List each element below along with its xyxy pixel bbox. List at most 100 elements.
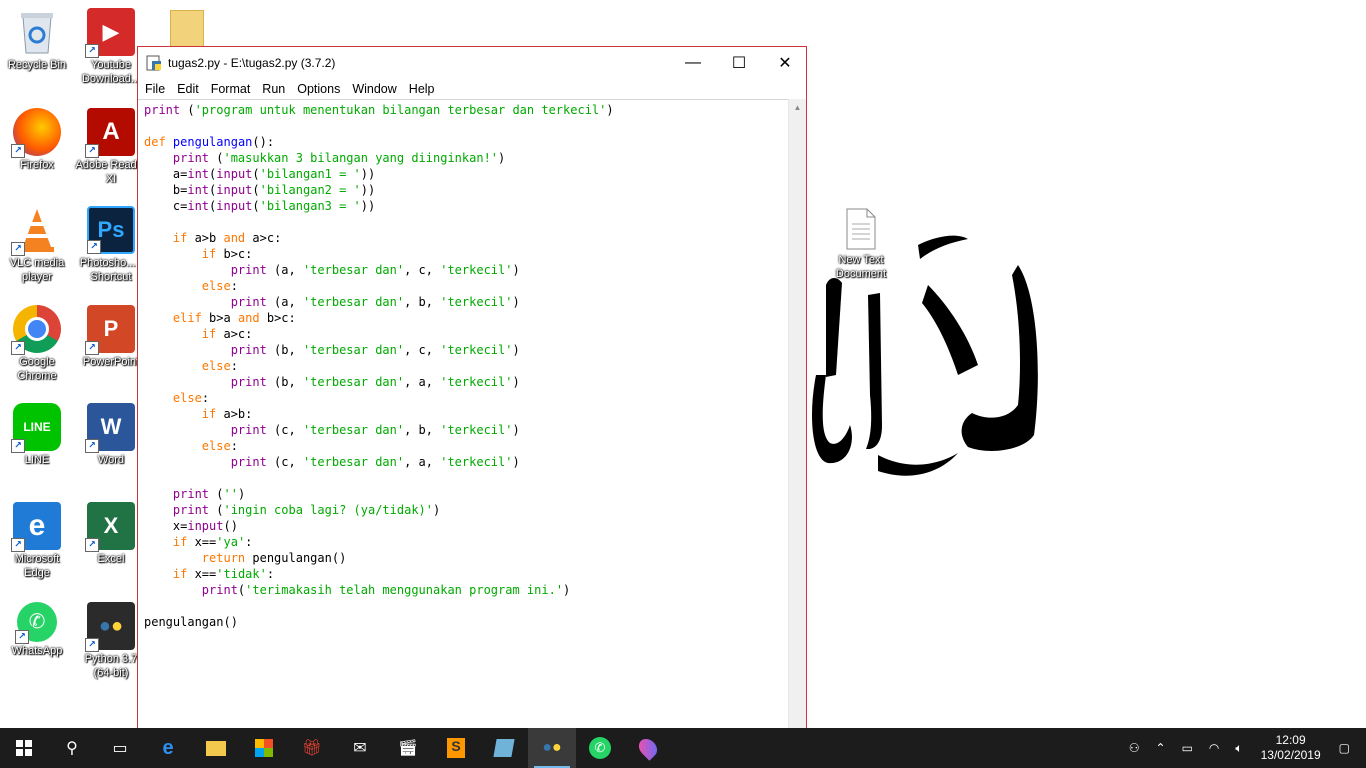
code-line[interactable]: print ('')	[144, 487, 245, 501]
code-line[interactable]: print (a, 'terbesar dan', c, 'terkecil')	[144, 263, 520, 277]
python-file-icon	[146, 55, 161, 71]
code-line[interactable]: else:	[144, 279, 238, 293]
code-line[interactable]: else:	[144, 359, 238, 373]
menu-options[interactable]: Options	[297, 82, 340, 96]
taskbar-file-explorer[interactable]	[192, 728, 240, 768]
desktop-icon-label: Firefox	[20, 159, 54, 171]
wifi-icon[interactable]: ◠	[1209, 741, 1219, 755]
search-button[interactable]: ⚲	[48, 728, 96, 768]
code-line[interactable]: a=int(input('bilangan1 = '))	[144, 167, 375, 181]
clock-date: 13/02/2019	[1260, 748, 1321, 762]
code-line[interactable]: return pengulangan()	[144, 551, 347, 565]
code-line[interactable]: print ('ingin coba lagi? (ya/tidak)')	[144, 503, 440, 517]
notes-icon	[493, 739, 515, 757]
code-line[interactable]: b=int(input('bilangan2 = '))	[144, 183, 375, 197]
code-line[interactable]: print (b, 'terbesar dan', c, 'terkecil')	[144, 343, 520, 357]
store-bag-icon	[255, 739, 273, 757]
taskbar-whatsapp[interactable]: ✆	[576, 728, 624, 768]
taskbar-gift-app[interactable]: 🎁︎	[288, 728, 336, 768]
taskbar-edge[interactable]: e	[144, 728, 192, 768]
code-line[interactable]: print('terimakasih telah menggunakan pro…	[144, 583, 570, 597]
desktop-icon-line[interactable]: LINE ↗ LINE	[1, 403, 73, 467]
shortcut-arrow-icon: ↗	[11, 439, 25, 453]
desktop-icon-label: Google Chrome	[17, 356, 57, 382]
battery-icon[interactable]: ▭	[1182, 741, 1193, 755]
code-line[interactable]: def pengulangan():	[144, 135, 274, 149]
desktop-icon-vlc[interactable]: ↗ VLC media player	[1, 206, 73, 284]
taskbar-maps[interactable]	[624, 728, 672, 768]
code-line[interactable]: print (c, 'terbesar dan', a, 'terkecil')	[144, 455, 520, 469]
taskbar-mail[interactable]: ✉	[336, 728, 384, 768]
taskbar: ⚲ ▭ e 🎁︎ ✉ 🎬︎ S ●● ✆ ⚇ ⌃ ▭ ◠ 🔈︎ 12:09 13…	[0, 728, 1366, 768]
shortcut-arrow-icon: ↗	[15, 630, 29, 644]
adobe-reader-icon: A ↗	[85, 108, 135, 158]
desktop-icon-label: WhatsApp	[11, 645, 63, 657]
shortcut-arrow-icon: ↗	[85, 638, 99, 652]
whatsapp-icon: ✆ ↗	[15, 602, 57, 644]
code-line[interactable]: print (a, 'terbesar dan', b, 'terkecil')	[144, 295, 520, 309]
code-line[interactable]: pengulangan()	[144, 615, 238, 629]
desktop-icon-whatsapp[interactable]: ✆ ↗ WhatsApp	[1, 602, 73, 658]
code-line[interactable]: x=input()	[144, 519, 238, 533]
code-line[interactable]: elif b>a and b>c:	[144, 311, 296, 325]
taskbar-sublime[interactable]: S	[432, 728, 480, 768]
people-icon[interactable]: ⚇	[1129, 741, 1140, 755]
taskbar-movies[interactable]: 🎬︎	[384, 728, 432, 768]
idle-editor-window[interactable]: tugas2.py - E:\tugas2.py (3.7.2) — ☐ ✕ F…	[137, 46, 807, 730]
code-editor[interactable]: print ('program untuk menentukan bilanga…	[138, 99, 789, 729]
menu-format[interactable]: Format	[211, 82, 251, 96]
taskbar-store[interactable]	[240, 728, 288, 768]
vertical-scrollbar[interactable]: ▲	[788, 99, 806, 729]
code-line[interactable]: print (b, 'terbesar dan', a, 'terkecil')	[144, 375, 520, 389]
code-line[interactable]: print ('masukkan 3 bilangan yang diingin…	[144, 151, 505, 165]
folder-icon[interactable]	[170, 10, 204, 48]
maximize-button[interactable]: ☐	[716, 47, 762, 79]
code-line[interactable]: else:	[144, 439, 238, 453]
photoshop-icon: Ps ↗	[87, 206, 135, 254]
code-line[interactable]: if x=='ya':	[144, 535, 253, 549]
code-line[interactable]: if a>b:	[144, 407, 253, 421]
menu-help[interactable]: Help	[409, 82, 435, 96]
python-icon: ● ● ↗	[85, 602, 135, 652]
code-line[interactable]: else:	[144, 391, 209, 405]
taskbar-python-idle[interactable]: ●●	[528, 728, 576, 768]
chevron-up-icon[interactable]: ⌃	[1156, 741, 1166, 755]
edge-icon: e ↗	[11, 502, 61, 552]
desktop-icon-firefox[interactable]: ↗ Firefox	[1, 108, 73, 172]
shortcut-arrow-icon: ↗	[87, 240, 101, 254]
code-line[interactable]: c=int(input('bilangan3 = '))	[144, 199, 375, 213]
youtube-downloader-icon: ▶ ↗	[85, 8, 135, 58]
clapperboard-icon: 🎬︎	[397, 740, 419, 757]
window-titlebar[interactable]: tugas2.py - E:\tugas2.py (3.7.2) — ☐ ✕	[138, 47, 806, 79]
code-line[interactable]: if a>c:	[144, 327, 253, 341]
shortcut-arrow-icon: ↗	[85, 44, 99, 58]
code-line[interactable]: if x=='tidak':	[144, 567, 274, 581]
volume-icon[interactable]: 🔈︎	[1235, 741, 1242, 756]
code-line[interactable]: print ('program untuk menentukan bilanga…	[144, 103, 614, 117]
notification-icon[interactable]: ▢	[1339, 741, 1350, 755]
system-tray: ⚇ ⌃ ▭ ◠ 🔈︎ 12:09 13/02/2019 ▢	[1121, 728, 1366, 768]
menu-file[interactable]: File	[145, 82, 165, 96]
code-line[interactable]: if b>c:	[144, 247, 253, 261]
task-view-button[interactable]: ▭	[96, 728, 144, 768]
clock[interactable]: 12:09 13/02/2019	[1261, 733, 1321, 763]
code-line[interactable]: print (c, 'terbesar dan', b, 'terkecil')	[144, 423, 520, 437]
calligraphy-wallpaper-art	[812, 235, 1038, 476]
taskbar-app-blue[interactable]	[480, 728, 528, 768]
desktop-icon-label: VLC media player	[9, 257, 65, 283]
minimize-button[interactable]: —	[670, 47, 716, 79]
start-button[interactable]	[0, 728, 48, 768]
code-text[interactable]: print ('program untuk menentukan bilanga…	[138, 100, 789, 630]
menu-edit[interactable]: Edit	[177, 82, 199, 96]
close-button[interactable]: ✕	[762, 47, 808, 79]
edge-icon: e	[162, 736, 174, 759]
scroll-up-arrow-icon[interactable]: ▲	[789, 103, 806, 112]
shortcut-arrow-icon: ↗	[85, 144, 99, 158]
desktop-icon-edge[interactable]: e ↗ Microsoft Edge	[1, 502, 73, 580]
menu-run[interactable]: Run	[262, 82, 285, 96]
menu-window[interactable]: Window	[352, 82, 396, 96]
code-line[interactable]: if a>b and a>c:	[144, 231, 281, 245]
desktop-icon-recycle-bin[interactable]: Recycle Bin	[1, 8, 73, 72]
desktop-icon-chrome[interactable]: ↗ Google Chrome	[1, 305, 73, 383]
python-idle-icon: ●●	[542, 739, 562, 756]
